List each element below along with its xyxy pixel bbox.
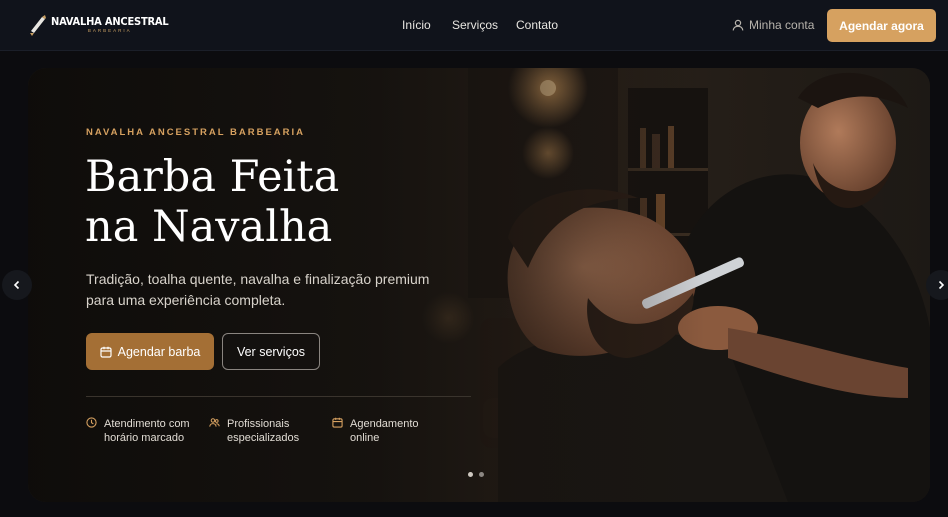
feature-scheduled-service: Atendimento com horário marcado: [86, 417, 199, 445]
calendar-icon: [100, 346, 112, 358]
carousel-prev-button[interactable]: [2, 270, 32, 300]
hero-banner: NAVALHA ANCESTRAL BARBEARIA Barba Feita …: [28, 68, 930, 502]
feature-3-line-1: Agendamento: [350, 418, 419, 430]
users-icon: [209, 418, 220, 427]
clock-icon: [86, 417, 97, 428]
feature-2-line-1: Profissionais: [227, 418, 290, 430]
headline-line-2: na Navalha: [85, 202, 333, 252]
schedule-now-button[interactable]: Agendar agora: [827, 9, 936, 42]
hero-subtitle: Tradição, toalha quente, navalha e final…: [86, 271, 430, 308]
carousel-dot-1[interactable]: [468, 472, 473, 477]
carousel-next-button[interactable]: [926, 270, 948, 300]
user-icon: [732, 19, 744, 31]
hero-headline: Barba Feita na Navalha: [85, 152, 445, 252]
feature-specialists: Profissionais especializados: [209, 417, 322, 445]
feature-1-line-1: Atendimento com: [104, 418, 190, 430]
chevron-left-icon: [13, 280, 20, 290]
site-header: NAVALHA ANCESTRAL BARBEARIA Início Servi…: [0, 0, 948, 51]
nav-link-contato[interactable]: Contato: [516, 18, 558, 32]
carousel-dots: [468, 472, 484, 477]
account-label: Minha conta: [749, 18, 815, 32]
calendar-icon: [332, 417, 343, 428]
feature-2-line-2: especializados: [227, 432, 300, 444]
carousel-dot-2[interactable]: [479, 472, 484, 477]
feature-online-booking: Agendamento online: [332, 417, 445, 445]
nav-link-inicio[interactable]: Início: [402, 18, 431, 32]
book-beard-button[interactable]: Agendar barba: [86, 333, 214, 370]
book-beard-label: Agendar barba: [117, 344, 201, 359]
view-services-button[interactable]: Ver serviços: [222, 333, 320, 370]
headline-line-1: Barba Feita: [85, 152, 340, 202]
nav-link-servicos[interactable]: Serviços: [452, 18, 498, 32]
account-link[interactable]: Minha conta: [732, 18, 814, 32]
feature-1-line-2: horário marcado: [104, 432, 185, 444]
hero-divider: [86, 396, 471, 397]
feature-3-line-2: online: [350, 432, 380, 444]
hero-eyebrow: NAVALHA ANCESTRAL BARBEARIA: [86, 127, 306, 138]
chevron-right-icon: [938, 280, 945, 290]
